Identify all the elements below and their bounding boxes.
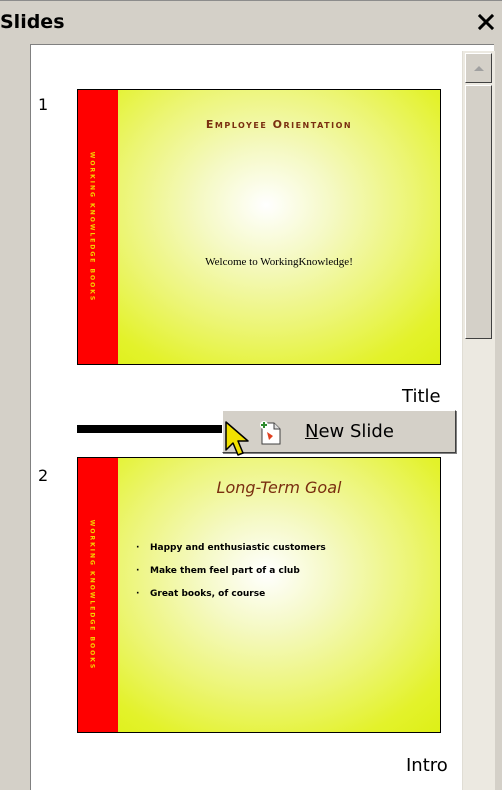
bullet-dot: ·: [136, 589, 140, 599]
close-icon: [477, 13, 495, 31]
slide-side-stripe: WORKING KNOWLEDGE BOOKS: [78, 458, 118, 732]
vertical-scrollbar[interactable]: [462, 51, 495, 790]
menu-item-accelerator: N: [305, 421, 319, 442]
new-slide-icon: [260, 421, 281, 445]
bullet-item: · Make them feel part of a club: [136, 566, 300, 576]
slides-pane: Slides 1 WORKING KNOWLEDGE BOOKS Employe…: [0, 0, 502, 790]
slide-body-text: Welcome to WorkingKnowledge!: [205, 256, 353, 268]
pane-header: Slides: [0, 1, 502, 39]
slide-bullet-list: · Happy and enthusiastic customers · Make …: [136, 542, 326, 611]
pane-title: Slides: [0, 11, 65, 33]
menu-item-new-slide[interactable]: New Slide: [225, 413, 451, 449]
bullet-item: · Happy and enthusiastic customers: [136, 543, 326, 553]
slide-label: Title: [402, 386, 441, 407]
slide-thumbnail-2[interactable]: WORKING KNOWLEDGE BOOKS Long-Term Goal ·…: [77, 457, 441, 733]
stripe-text: WORKING KNOWLEDGE BOOKS: [88, 519, 96, 671]
slide-number: 2: [38, 466, 49, 485]
slide-label: Intro: [406, 755, 448, 776]
slide-heading: Employee Orientation: [205, 118, 353, 131]
context-menu: New Slide: [222, 410, 456, 453]
slide-side-stripe: WORKING KNOWLEDGE BOOKS: [78, 90, 118, 364]
scroll-thumb[interactable]: [465, 85, 492, 339]
menu-item-label: New Slide: [305, 421, 394, 442]
bullet-dot: ·: [136, 566, 140, 576]
up-arrow-icon: [474, 66, 484, 71]
bullet-item: · Great books, of course: [136, 589, 266, 599]
menu-item-label-rest: ew Slide: [318, 421, 394, 442]
bullet-dot: ·: [136, 543, 140, 553]
slide-number: 1: [38, 95, 49, 114]
scroll-up-button[interactable]: [465, 53, 492, 83]
stripe-text: WORKING KNOWLEDGE BOOKS: [88, 151, 96, 303]
slide-thumbnail-1[interactable]: WORKING KNOWLEDGE BOOKS Employee Orienta…: [77, 89, 441, 365]
close-button[interactable]: [474, 10, 498, 34]
mouse-cursor-icon: [225, 421, 249, 456]
slide-heading: Long-Term Goal: [216, 478, 342, 497]
